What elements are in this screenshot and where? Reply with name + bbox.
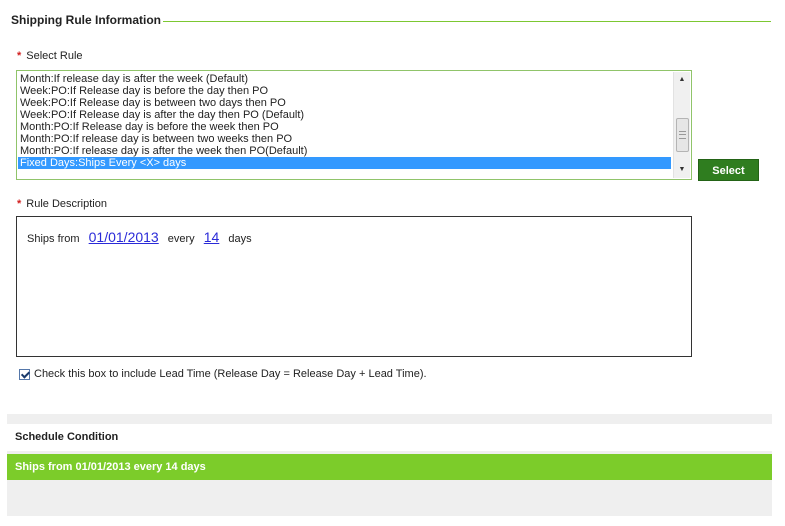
lead-time-checkbox[interactable] xyxy=(19,368,30,380)
ships-from-text: Ships from xyxy=(27,233,80,245)
scroll-up-icon[interactable]: ▲ xyxy=(674,72,690,88)
listbox-scrollbar[interactable]: ▲ ▼ xyxy=(673,72,690,178)
scroll-down-icon[interactable]: ▼ xyxy=(674,162,690,178)
section-header: Shipping Rule Information xyxy=(11,12,771,28)
interval-days-link[interactable]: 14 xyxy=(204,229,220,245)
lead-time-row: Check this box to include Lead Time (Rel… xyxy=(19,368,427,380)
select-rule-label: * Select Rule xyxy=(17,50,83,62)
required-marker: * xyxy=(17,198,22,210)
days-text: days xyxy=(228,233,252,245)
rule-option-selected[interactable]: Fixed Days:Ships Every <X> days xyxy=(18,157,671,169)
rule-description-box: Ships from 01/01/2013 every 14 days xyxy=(16,216,692,357)
schedule-panel: Schedule Condition Ships from 01/01/2013… xyxy=(7,414,772,516)
rule-option[interactable]: Week:PO:If Release day is after the day … xyxy=(18,109,671,121)
every-text: every xyxy=(167,233,195,245)
rule-description-sentence: Ships from 01/01/2013 every 14 days xyxy=(27,229,252,245)
rule-option[interactable]: Week:PO:If Release day is between two da… xyxy=(18,97,671,109)
rule-options: Month:If release day is after the week (… xyxy=(18,73,671,169)
rule-option[interactable]: Week:PO:If Release day is before the day… xyxy=(18,85,671,97)
section-title: Shipping Rule Information xyxy=(11,13,161,27)
rule-description-label-text: Rule Description xyxy=(26,198,107,210)
select-button[interactable]: Select xyxy=(698,159,759,181)
rule-option[interactable]: Month:PO:If release day is after the wee… xyxy=(18,145,671,157)
scroll-thumb[interactable] xyxy=(676,118,689,152)
rule-description-label: * Rule Description xyxy=(17,198,107,210)
start-date-link[interactable]: 01/01/2013 xyxy=(89,229,159,245)
select-rule-label-text: Select Rule xyxy=(26,50,83,62)
required-marker: * xyxy=(17,50,22,62)
schedule-condition-value: Ships from 01/01/2013 every 14 days xyxy=(7,454,772,480)
section-divider xyxy=(163,21,771,22)
rule-option[interactable]: Month:PO:If Release day is before the we… xyxy=(18,121,671,133)
rule-option[interactable]: Month:PO:If release day is between two w… xyxy=(18,133,671,145)
grip-icon xyxy=(679,131,686,139)
rule-option[interactable]: Month:If release day is after the week (… xyxy=(18,73,671,85)
lead-time-label: Check this box to include Lead Time (Rel… xyxy=(34,368,427,380)
rule-listbox[interactable]: Month:If release day is after the week (… xyxy=(16,70,692,180)
schedule-condition-title: Schedule Condition xyxy=(7,424,772,451)
